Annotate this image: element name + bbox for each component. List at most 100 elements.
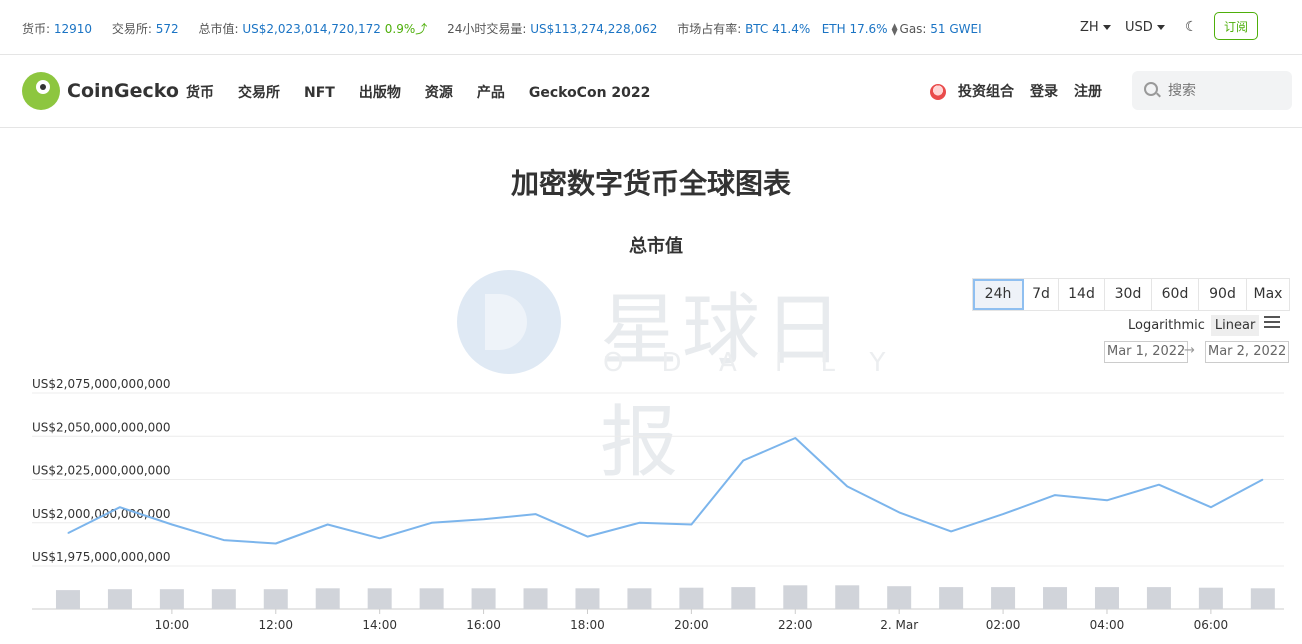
x-tick-label: 10:00	[155, 618, 190, 632]
date-from-input[interactable]: Mar 1, 2022	[1104, 341, 1189, 363]
language-label: ZH	[1080, 20, 1099, 35]
search-input[interactable]	[1166, 80, 1280, 102]
market-cap-link[interactable]: US$2,023,014,720,172	[242, 22, 381, 36]
volume-bar	[1094, 587, 1119, 609]
currency-label: USD	[1125, 20, 1153, 35]
login-link[interactable]: 登录	[1030, 84, 1058, 100]
market-cap-line	[67, 437, 1264, 545]
main-navigation: CoinGecko 货币 交易所 NFT 出版物 资源 产品 GeckoCon 2022 投…	[0, 55, 1302, 128]
range-max-button[interactable]: Max	[1247, 279, 1289, 310]
volume-bar	[211, 589, 236, 609]
subscribe-button[interactable]: 订阅	[1214, 12, 1258, 40]
range-7d-button[interactable]: 7d	[1024, 279, 1059, 310]
x-tick-label: 02:00	[986, 618, 1021, 632]
x-tick-label: 12:00	[258, 618, 293, 632]
volume-bar	[107, 589, 132, 609]
range-60d-button[interactable]: 60d	[1152, 279, 1199, 310]
coins-count-link[interactable]: 12910	[54, 22, 92, 36]
market-cap-label: 总市值:	[198, 22, 239, 36]
gas-link[interactable]: 51 GWEI	[930, 22, 981, 36]
coingecko-logo-icon[interactable]	[22, 72, 60, 110]
x-tick-label: 14:00	[362, 618, 397, 632]
market-cap-point	[431, 522, 433, 524]
volume-bar	[159, 589, 184, 609]
odaily-logo-icon	[457, 270, 561, 374]
market-cap-point	[898, 511, 900, 513]
nav-item-nft[interactable]: NFT	[304, 85, 335, 101]
market-cap-point	[1262, 479, 1264, 480]
volume-bar	[679, 587, 704, 609]
x-tick-label: 20:00	[674, 618, 709, 632]
volume-bar	[263, 589, 288, 609]
market-cap-chart: US$2,075,000,000,000 US$2,050,000,000,000…	[32, 377, 1284, 632]
exchanges-count-link[interactable]: 572	[156, 22, 179, 36]
market-cap-point	[950, 530, 952, 532]
portfolio-link[interactable]: 投资组合	[958, 84, 1014, 100]
range-30d-button[interactable]: 30d	[1105, 279, 1152, 310]
signup-link[interactable]: 注册	[1074, 84, 1102, 100]
time-range-selector: 24h 7d 14d 30d 60d 90d Max	[972, 278, 1290, 311]
chevron-down-icon	[1156, 25, 1165, 30]
volume-bar	[887, 586, 912, 609]
volume-link[interactable]: US$113,274,228,062	[530, 22, 657, 36]
y-tick-label: US$2,000,000,000,000	[32, 507, 171, 521]
market-cap-point	[586, 536, 588, 538]
odaily-watermark: 星球日报 ODAILY	[455, 268, 885, 488]
linear-button[interactable]: Linear	[1210, 315, 1260, 336]
global-stats-bar: 货币: 12910 交易所: 572 总市值: US$2,023,014,720…	[0, 0, 1302, 55]
volume-bar	[575, 588, 600, 609]
market-cap-point	[794, 437, 796, 439]
market-cap-point	[1106, 499, 1108, 501]
market-cap-point	[1002, 513, 1004, 515]
market-cap-point	[690, 523, 692, 525]
market-cap-point	[483, 518, 485, 520]
eth-dominance-link[interactable]: ETH 17.6%	[822, 22, 888, 36]
dark-mode-moon-icon[interactable]: ☾	[1185, 19, 1198, 35]
nav-item-products[interactable]: 产品	[477, 85, 505, 101]
volume-bar	[627, 588, 652, 609]
scale-toggle: Logarithmic Linear	[1128, 315, 1260, 336]
market-stats: 货币: 12910 交易所: 572 总市值: US$2,023,014,720…	[22, 20, 998, 37]
market-cap-point	[1158, 484, 1160, 486]
market-cap-point	[223, 539, 225, 541]
market-cap-point	[119, 506, 121, 508]
search-box[interactable]	[1132, 71, 1292, 110]
volume-bar	[55, 590, 80, 609]
y-tick-label: US$2,075,000,000,000	[32, 377, 171, 391]
volume-bar	[731, 587, 756, 609]
x-tick-label: 2. Mar	[880, 618, 918, 632]
chart-menu-icon[interactable]	[1264, 316, 1280, 328]
nav-item-geckocon[interactable]: GeckoCon 2022	[529, 85, 651, 101]
exchanges-label: 交易所:	[111, 22, 152, 36]
volume-bar	[419, 588, 444, 609]
logarithmic-button[interactable]: Logarithmic	[1128, 318, 1205, 333]
market-cap-point	[171, 523, 173, 525]
nav-item-publications[interactable]: 出版物	[359, 85, 401, 101]
market-cap-point	[846, 485, 848, 487]
range-90d-button[interactable]: 90d	[1199, 279, 1247, 310]
currency-selector[interactable]: USD	[1125, 20, 1165, 35]
nav-item-coins[interactable]: 货币	[186, 85, 214, 101]
volume-bar	[367, 588, 392, 609]
nav-item-exchanges[interactable]: 交易所	[238, 85, 280, 101]
range-24h-button[interactable]: 24h	[973, 279, 1024, 310]
range-14d-button[interactable]: 14d	[1059, 279, 1105, 310]
market-cap-point	[327, 523, 329, 525]
language-selector[interactable]: ZH	[1080, 20, 1111, 35]
market-cap-change: 0.9%	[384, 22, 416, 36]
market-cap-point	[638, 522, 640, 524]
market-cap-point	[379, 537, 381, 539]
volume-bar	[1043, 587, 1068, 609]
date-to-input[interactable]: Mar 2, 2022	[1205, 341, 1290, 363]
market-cap-point	[275, 543, 277, 545]
x-tick-label: 22:00	[778, 618, 813, 632]
x-tick-label: 16:00	[466, 618, 501, 632]
y-tick-label: US$1,975,000,000,000	[32, 550, 171, 564]
brand-name[interactable]: CoinGecko	[67, 80, 179, 102]
search-icon	[1144, 82, 1158, 96]
nav-item-resources[interactable]: 资源	[425, 85, 453, 101]
candy-icon[interactable]	[930, 84, 946, 100]
nav-menu: 货币 交易所 NFT 出版物 资源 产品 GeckoCon 2022	[186, 82, 674, 102]
btc-dominance-link[interactable]: BTC 41.4%	[745, 22, 810, 36]
account-links: 投资组合 登录 注册	[930, 81, 1118, 101]
